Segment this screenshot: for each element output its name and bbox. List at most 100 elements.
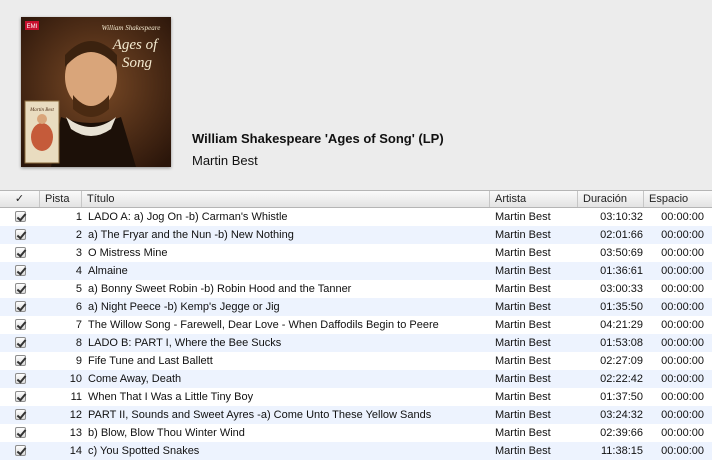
checkbox-checked-icon[interactable] (14, 355, 26, 366)
track-artist: Martin Best (495, 265, 551, 277)
track-space: 00:00:00 (661, 229, 704, 241)
column-header-duration[interactable]: Duración (578, 191, 644, 207)
track-artist: Martin Best (495, 211, 551, 223)
track-number: 3 (75, 247, 82, 259)
table-row[interactable]: 14 c) You Spotted Snakes Martin Best 11:38:… (0, 442, 712, 460)
table-row[interactable]: 11 When That I Was a Little Tiny Boy Marti… (0, 388, 712, 406)
track-duration: 02:27:09 (600, 355, 643, 367)
column-header-space[interactable]: Espacio (644, 191, 712, 207)
track-checkbox[interactable] (0, 334, 40, 352)
table-row[interactable]: 7 The Willow Song - Farewell, Dear Love -… (0, 316, 712, 334)
emi-badge: EMI (27, 24, 38, 30)
track-title: PART II, Sounds and Sweet Ayres -a) Come… (88, 409, 432, 421)
track-title: a) The Fryar and the Nun -b) New Nothing (88, 229, 294, 241)
checkbox-checked-icon[interactable] (14, 445, 26, 456)
track-checkbox[interactable] (0, 316, 40, 334)
cover-label-main1: Ages of (112, 37, 159, 53)
track-artist: Martin Best (495, 319, 551, 331)
checkbox-checked-icon[interactable] (14, 337, 26, 348)
table-row[interactable]: 9 Fife Tune and Last Ballett Martin Best 02… (0, 352, 712, 370)
track-checkbox[interactable] (0, 388, 40, 406)
track-checkbox[interactable] (0, 298, 40, 316)
track-checkbox[interactable] (0, 262, 40, 280)
album-title: William Shakespeare 'Ages of Song' (LP) (192, 131, 444, 146)
track-space: 00:00:00 (661, 283, 704, 295)
table-row[interactable]: 2 a) The Fryar and the Nun -b) New Nothin… (0, 226, 712, 244)
table-row[interactable]: 4 Almaine Martin Best 01:36:61 00:00:00 (0, 262, 712, 280)
checkbox-checked-icon[interactable] (14, 373, 26, 384)
column-header-check[interactable]: ✓ (0, 191, 40, 207)
table-row[interactable]: 1 LADO A: a) Jog On -b) Carman's Whistle M… (0, 208, 712, 226)
track-artist: Martin Best (495, 355, 551, 367)
track-checkbox[interactable] (0, 370, 40, 388)
track-checkbox[interactable] (0, 406, 40, 424)
cover-label-main2: Song (122, 55, 153, 71)
track-number: 1 (75, 211, 82, 223)
table-row[interactable]: 10 Come Away, Death Martin Best 02:22:42 00:… (0, 370, 712, 388)
checkbox-checked-icon[interactable] (14, 283, 26, 294)
checkbox-checked-icon[interactable] (14, 229, 26, 240)
track-checkbox[interactable] (0, 442, 40, 460)
track-title: LADO B: PART I, Where the Bee Sucks (88, 337, 282, 349)
checkbox-checked-icon[interactable] (14, 409, 26, 420)
track-duration: 02:22:42 (600, 373, 643, 385)
track-number: 8 (75, 337, 82, 349)
column-header-title[interactable]: Título (82, 191, 490, 207)
track-number: 5 (75, 283, 82, 295)
checkbox-checked-icon[interactable] (14, 211, 26, 222)
track-title: The Willow Song - Farewell, Dear Love - … (88, 319, 439, 331)
album-header: EMI William Shakespeare Ages of Song Mar… (0, 0, 712, 190)
track-duration: 02:39:66 (600, 427, 643, 439)
track-artist: Martin Best (495, 373, 551, 385)
track-space: 00:00:00 (661, 445, 704, 457)
track-artist: Martin Best (495, 391, 551, 403)
cover-label-artist: Martin Best (29, 108, 54, 113)
track-number: 11 (70, 391, 82, 403)
track-checkbox[interactable] (0, 244, 40, 262)
track-number: 9 (75, 355, 82, 367)
checkbox-checked-icon[interactable] (14, 301, 26, 312)
track-list-header: ✓ Pista Título Artista Duración Espacio (0, 190, 712, 208)
track-space: 00:00:00 (661, 427, 704, 439)
column-header-artist[interactable]: Artista (490, 191, 578, 207)
track-title: Fife Tune and Last Ballett (88, 355, 213, 367)
checkbox-checked-icon[interactable] (14, 391, 26, 402)
checkbox-checked-icon[interactable] (14, 247, 26, 258)
track-artist: Martin Best (495, 427, 551, 439)
table-row[interactable]: 5 a) Bonny Sweet Robin -b) Robin Hood and… (0, 280, 712, 298)
table-row[interactable]: 13 b) Blow, Blow Thou Winter Wind Martin B… (0, 424, 712, 442)
track-checkbox[interactable] (0, 226, 40, 244)
track-space: 00:00:00 (661, 337, 704, 349)
track-checkbox[interactable] (0, 424, 40, 442)
track-space: 00:00:00 (661, 247, 704, 259)
column-header-track[interactable]: Pista (40, 191, 82, 207)
table-row[interactable]: 6 a) Night Peece -b) Kemp's Jegge or Jig M… (0, 298, 712, 316)
checkbox-checked-icon[interactable] (14, 319, 26, 330)
track-artist: Martin Best (495, 337, 551, 349)
track-artist: Martin Best (495, 445, 551, 457)
track-checkbox[interactable] (0, 208, 40, 226)
track-duration: 03:10:32 (600, 211, 643, 223)
track-space: 00:00:00 (661, 373, 704, 385)
track-duration: 04:21:29 (600, 319, 643, 331)
track-duration: 03:00:33 (600, 283, 643, 295)
track-title: Almaine (88, 265, 128, 277)
track-number: 13 (69, 427, 82, 439)
track-checkbox[interactable] (0, 352, 40, 370)
table-row[interactable]: 12 PART II, Sounds and Sweet Ayres -a) Co… (0, 406, 712, 424)
table-row[interactable]: 8 LADO B: PART I, Where the Bee Sucks Mart… (0, 334, 712, 352)
track-title: b) Blow, Blow Thou Winter Wind (88, 427, 245, 439)
track-title: a) Night Peece -b) Kemp's Jegge or Jig (88, 301, 280, 313)
track-space: 00:00:00 (661, 211, 704, 223)
track-title: LADO A: a) Jog On -b) Carman's Whistle (88, 211, 288, 223)
table-row[interactable]: 3 O Mistress Mine Martin Best 03:50:69 00:00… (0, 244, 712, 262)
track-title: a) Bonny Sweet Robin -b) Robin Hood and … (88, 283, 352, 295)
album-cover[interactable]: EMI William Shakespeare Ages of Song Mar… (21, 17, 171, 167)
checkbox-checked-icon[interactable] (14, 427, 26, 438)
track-list: ✓ Pista Título Artista Duración Espacio … (0, 190, 712, 463)
track-checkbox[interactable] (0, 280, 40, 298)
cover-label-top: William Shakespeare (102, 24, 161, 32)
checkbox-checked-icon[interactable] (14, 265, 26, 276)
track-space: 00:00:00 (661, 409, 704, 421)
track-duration: 11:38:15 (600, 445, 643, 457)
